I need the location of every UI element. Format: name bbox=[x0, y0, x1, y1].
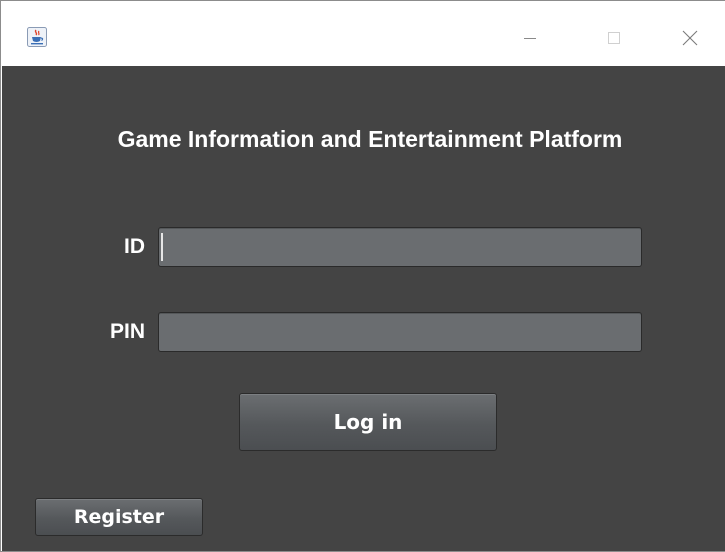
close-button[interactable] bbox=[667, 23, 713, 53]
maximize-button[interactable] bbox=[591, 23, 637, 53]
login-panel: Game Information and Entertainment Platf… bbox=[2, 66, 725, 551]
minimize-icon bbox=[524, 38, 536, 39]
pin-label: PIN bbox=[109, 320, 145, 343]
login-button[interactable]: Log in bbox=[239, 393, 497, 451]
maximize-icon bbox=[608, 32, 620, 44]
id-input[interactable] bbox=[158, 227, 642, 267]
register-button[interactable]: Register bbox=[35, 498, 203, 536]
text-caret bbox=[161, 233, 163, 261]
id-label: ID bbox=[124, 235, 145, 258]
pin-input[interactable] bbox=[158, 312, 642, 352]
page-title: Game Information and Entertainment Platf… bbox=[117, 126, 623, 152]
app-window: Game Information and Entertainment Platf… bbox=[0, 0, 725, 552]
title-bar[interactable] bbox=[1, 1, 725, 66]
minimize-button[interactable] bbox=[507, 23, 553, 53]
close-icon bbox=[682, 30, 698, 46]
java-cup-icon[interactable] bbox=[27, 27, 47, 47]
